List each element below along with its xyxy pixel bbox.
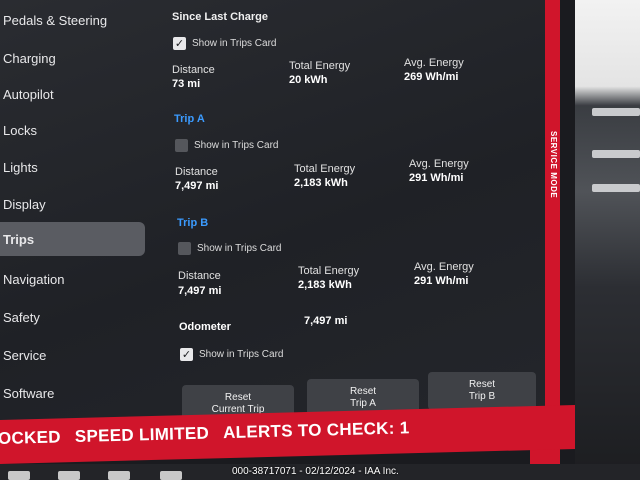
trip-a-title: Trip A <box>174 113 205 125</box>
distance-label: Distance <box>175 166 218 178</box>
total-energy-value: 20 kWh <box>289 74 328 86</box>
odometer-value: 7,497 mi <box>304 315 348 327</box>
sidebar-item-autopilot[interactable]: Autopilot <box>0 78 145 110</box>
sidebar-item-display[interactable]: Display <box>0 188 145 220</box>
avg-energy-value: 291 Wh/mi <box>409 172 464 184</box>
avg-energy-label: Avg. Energy <box>409 158 469 170</box>
reset-trip-b-button[interactable]: Reset Trip B <box>428 372 536 410</box>
total-energy-label: Total Energy <box>289 60 351 72</box>
total-energy-label: Total Energy <box>294 163 356 175</box>
avg-energy-label: Avg. Energy <box>414 261 474 273</box>
settings-sidebar: Pedals & Steering Charging Autopilot Loc… <box>0 0 150 420</box>
taskbar-icon <box>108 471 130 480</box>
taskbar-icon <box>58 471 80 480</box>
sidebar-item-label: Charging <box>3 50 56 66</box>
sidebar-item-navigation[interactable]: Navigation <box>0 263 145 295</box>
avg-energy-value: 269 Wh/mi <box>404 71 459 83</box>
total-energy-label: Total Energy <box>298 265 360 277</box>
sidebar-item-label: Service <box>3 347 47 363</box>
dashboard-vent <box>592 108 640 116</box>
taskbar-icon <box>160 471 182 480</box>
auction-watermark: 000-38717071 - 02/12/2024 - IAA Inc. <box>232 466 399 477</box>
sidebar-item-label: Pedals & Steering <box>3 12 108 28</box>
total-energy-value: 2,183 kWh <box>294 177 348 189</box>
checkbox-label: Show in Trips Card <box>199 349 284 360</box>
car-interior-background <box>575 0 640 480</box>
sidebar-item-pedals-steering[interactable]: Pedals & Steering <box>0 4 145 36</box>
sidebar-item-safety[interactable]: Safety <box>0 301 145 333</box>
checkbox-checked-icon[interactable]: ✓ <box>180 348 193 361</box>
trips-panel: Since Last Charge ✓ Show in Trips Card D… <box>165 0 535 420</box>
dashboard-vent <box>592 184 640 192</box>
distance-value: 7,497 mi <box>178 285 222 297</box>
taskbar-icon <box>8 471 30 480</box>
sidebar-item-trips[interactable]: Trips <box>0 222 145 256</box>
odometer-show-toggle[interactable]: ✓ Show in Trips Card <box>180 348 283 361</box>
trip-b-title: Trip B <box>177 217 209 229</box>
avg-energy-label: Avg. Energy <box>404 57 464 69</box>
checkbox-unchecked-icon[interactable] <box>175 139 188 152</box>
checkbox-label: Show in Trips Card <box>194 140 279 151</box>
dashboard-vent <box>592 150 640 158</box>
sidebar-item-service[interactable]: Service <box>0 339 145 371</box>
sidebar-item-locks[interactable]: Locks <box>0 114 145 146</box>
checkbox-checked-icon[interactable]: ✓ <box>173 37 186 50</box>
sidebar-item-label: Safety <box>3 309 40 325</box>
avg-energy-value: 291 Wh/mi <box>414 275 469 287</box>
trip-a-show-toggle[interactable]: Show in Trips Card <box>175 139 278 152</box>
sidebar-item-label: Autopilot <box>3 86 54 102</box>
checkbox-label: Show in Trips Card <box>197 243 282 254</box>
odometer-label: Odometer <box>179 321 231 333</box>
distance-value: 7,497 mi <box>175 180 219 192</box>
since-last-charge-show-toggle[interactable]: ✓ Show in Trips Card <box>173 37 276 50</box>
sidebar-item-label: Software <box>3 385 55 401</box>
touchscreen: Pedals & Steering Charging Autopilot Loc… <box>0 0 545 432</box>
checkbox-unchecked-icon[interactable] <box>178 242 191 255</box>
distance-label: Distance <box>172 64 215 76</box>
speed-limited-text: SPEED LIMITED <box>74 423 210 447</box>
alerts-to-check-text[interactable]: ALERTS TO CHECK: 1 <box>223 418 410 443</box>
sidebar-item-lights[interactable]: Lights <box>0 151 145 183</box>
sidebar-item-label: Trips <box>3 231 35 247</box>
total-energy-value: 2,183 kWh <box>298 279 352 291</box>
sidebar-item-label: Display <box>3 196 46 212</box>
locked-status-text: OCKED <box>0 427 62 449</box>
distance-label: Distance <box>178 270 221 282</box>
sidebar-item-label: Locks <box>3 122 37 138</box>
checkbox-label: Show in Trips Card <box>192 38 277 49</box>
sidebar-item-label: Navigation <box>3 271 65 287</box>
sidebar-item-label: Lights <box>3 159 38 175</box>
sidebar-item-charging[interactable]: Charging <box>0 42 145 74</box>
trip-b-show-toggle[interactable]: Show in Trips Card <box>178 242 281 255</box>
since-last-charge-title: Since Last Charge <box>172 11 268 23</box>
sidebar-item-software[interactable]: Software <box>0 377 145 409</box>
distance-value: 73 mi <box>172 78 201 90</box>
